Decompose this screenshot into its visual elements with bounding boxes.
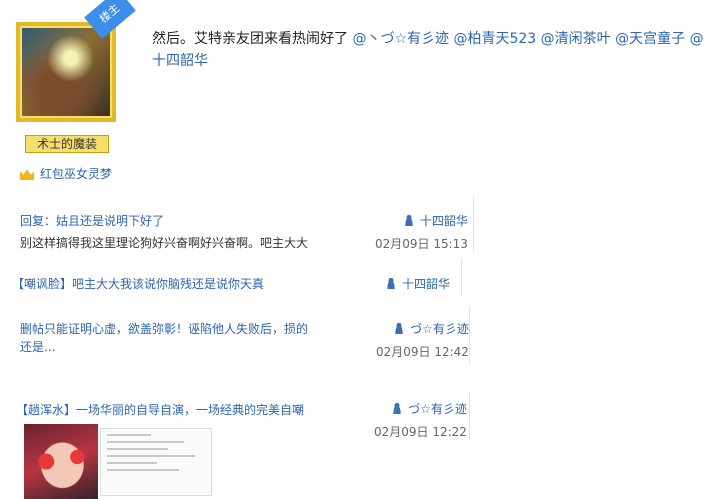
sub-user-name: 红包巫女灵梦 — [40, 167, 113, 181]
reply-author: 十四韶华 — [402, 277, 451, 291]
reply-item: 【嘲讽脸】吧主大大我该说你脑残还是说你天真 十四韶华 — [12, 275, 452, 292]
sub-user-link[interactable]: 红包巫女灵梦 — [20, 165, 112, 182]
reply-title[interactable]: 【趟浑水】一场华丽的自导自演，一场经典的完美自嘲 — [16, 401, 316, 418]
user-icon — [403, 214, 414, 226]
mention-4[interactable]: @天宫童子 — [615, 31, 685, 47]
user-icon — [386, 277, 396, 289]
reply-author-link[interactable]: づ☆有彡迹 — [374, 400, 467, 417]
reply-item: 删帖只能证明心虚，欲盖弥彰！诬陷他人失败后，损的还是... — [20, 320, 310, 356]
attachment-thumbnail[interactable] — [100, 428, 212, 496]
reply-meta: づ☆有彡迹 02月09日 12:42 — [376, 320, 469, 360]
divider — [473, 196, 474, 252]
post-content: 然后。艾特亲友团来看热闹好了 @丶づ☆有彡迹 @柏青天523 @清闲茶叶 @天宫… — [152, 28, 712, 72]
mention-3[interactable]: @清闲茶叶 — [541, 31, 611, 47]
post-text: 然后。艾特亲友团来看热闹好了 — [152, 31, 348, 47]
reply-meta: 十四韶华 02月09日 15:13 — [375, 212, 468, 252]
divider — [461, 258, 462, 296]
user-icon — [394, 322, 405, 334]
crown-icon — [20, 169, 34, 180]
reply-item: 【趟浑水】一场华丽的自导自演，一场经典的完美自嘲 — [16, 401, 316, 418]
reply-author-link[interactable]: 十四韶华 — [386, 275, 450, 292]
reply-meta: づ☆有彡迹 02月09日 12:22 — [374, 400, 467, 440]
reply-date: 02月09日 12:42 — [376, 345, 469, 359]
reply-author-link[interactable]: 十四韶华 — [375, 212, 468, 229]
mention-1[interactable]: @丶づ☆有彡迹 — [352, 31, 449, 47]
mention-2[interactable]: @柏青天523 — [453, 31, 536, 47]
divider — [469, 392, 470, 440]
attachment-thumbnail[interactable] — [24, 424, 98, 499]
user-icon — [392, 402, 403, 414]
reply-date: 02月09日 12:22 — [374, 425, 467, 439]
reply-author: づ☆有彡迹 — [408, 402, 467, 416]
reply-title[interactable]: 删帖只能证明心虚，欲盖弥彰！诬陷他人失败后，损的还是... — [20, 320, 310, 356]
reply-meta: 十四韶华 — [386, 275, 450, 292]
reply-author-link[interactable]: づ☆有彡迹 — [376, 320, 469, 337]
divider — [469, 306, 470, 364]
reply-item: 回复：姑且还是说明下好了 别这样搞得我这里理论狗好兴奋啊好兴奋啊。吧主大大 十四… — [20, 212, 475, 251]
title-badge[interactable]: 术士的魔装 — [25, 135, 109, 153]
reply-date: 02月09日 15:13 — [375, 237, 468, 251]
reply-author: 十四韶华 — [419, 214, 468, 228]
reply-author: づ☆有彡迹 — [410, 322, 469, 336]
